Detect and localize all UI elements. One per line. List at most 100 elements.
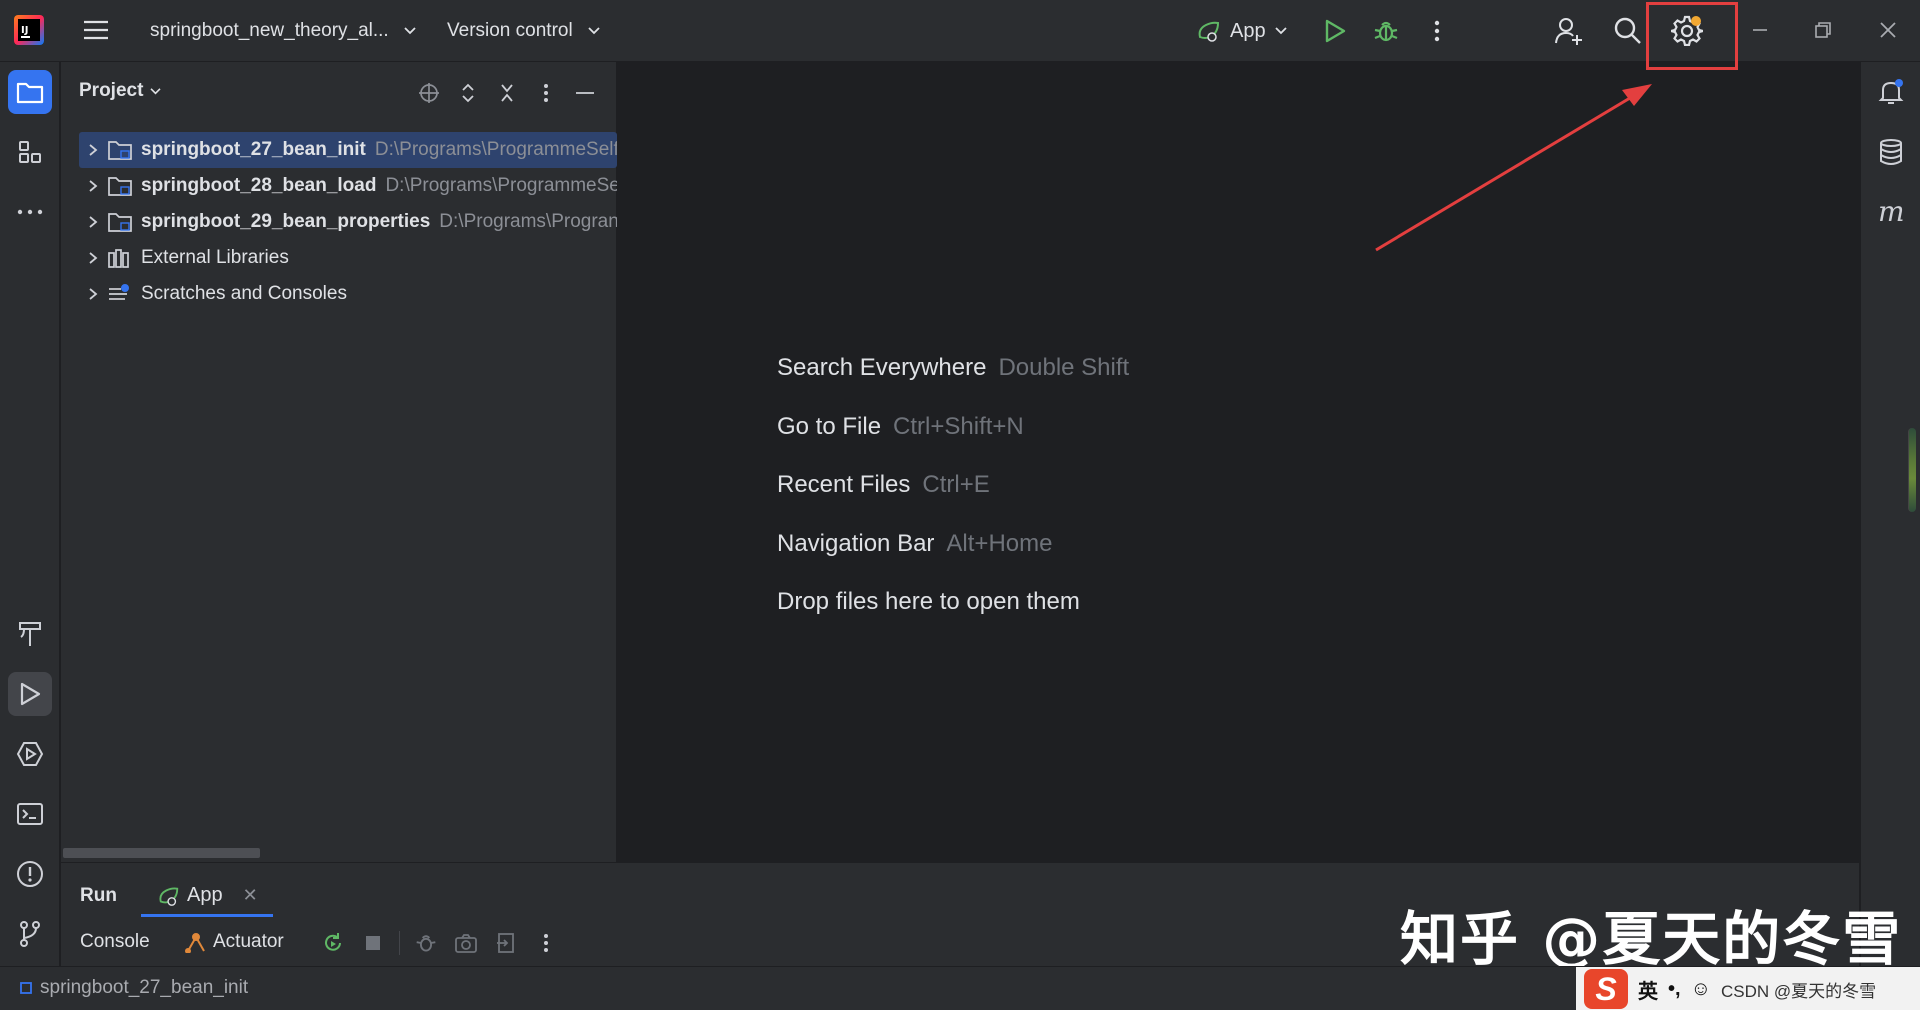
hamburger-icon[interactable] [80, 14, 112, 46]
search-icon [1614, 17, 1641, 44]
tree-item-external-libraries[interactable]: External Libraries [61, 240, 617, 276]
debug-icon [1374, 21, 1398, 42]
stop-button[interactable] [355, 927, 391, 959]
terminal-tool-button[interactable] [8, 792, 52, 836]
tree-item-name: springboot_28_bean_load [141, 175, 377, 196]
debug-button[interactable] [1369, 14, 1403, 48]
run-config-label: App [1230, 19, 1266, 42]
tree-item-scratches[interactable]: Scratches and Consoles [61, 276, 617, 312]
database-button[interactable] [1869, 130, 1913, 174]
horizontal-scrollbar[interactable] [63, 848, 260, 858]
chevron-right-icon[interactable] [79, 215, 107, 229]
run-icon [20, 682, 41, 706]
expand-icon [461, 83, 474, 103]
more-horizontal-icon [17, 209, 43, 215]
ime-punct[interactable]: •, [1668, 978, 1681, 1001]
intellij-logo-icon[interactable]: IJ [14, 15, 44, 45]
rerun-button[interactable] [315, 927, 351, 959]
module-folder-icon [107, 211, 133, 233]
hint-shortcut: Alt+Home [946, 530, 1053, 557]
sogou-logo-icon[interactable]: S [1584, 969, 1628, 1009]
run-toolbar [315, 927, 564, 959]
ime-lang[interactable]: 英 [1638, 975, 1658, 1004]
notifications-icon [1878, 79, 1904, 104]
actuator-tab[interactable]: Actuator [185, 931, 284, 953]
annotation-highlight-box [1646, 2, 1738, 70]
title-bar: IJ springboot_new_theory_al... Version c… [0, 0, 1920, 62]
notifications-button[interactable] [1869, 70, 1913, 114]
tree-item-springboot-29[interactable]: springboot_29_bean_properties D:\Program… [61, 204, 617, 240]
hint-shortcut: Double Shift [998, 354, 1130, 381]
git-tool-button[interactable] [8, 912, 52, 956]
toolbar-separator [399, 931, 400, 955]
chevron-right-icon[interactable] [79, 251, 107, 265]
minimize-button[interactable] [1740, 10, 1780, 50]
actuator-icon [185, 933, 205, 953]
svg-text:IJ: IJ [21, 25, 28, 36]
library-icon [107, 247, 133, 269]
run-tool-button[interactable] [8, 672, 52, 716]
panel-options-button[interactable] [526, 78, 565, 108]
debug-button[interactable] [408, 927, 444, 959]
scratches-icon [107, 283, 133, 305]
run-config-icon [159, 887, 179, 906]
project-view-selector[interactable]: Project [79, 80, 162, 102]
search-everywhere-button[interactable] [1609, 12, 1647, 50]
hint-action: Navigation Bar [777, 530, 935, 557]
tree-item-name: External Libraries [141, 247, 289, 268]
version-control-menu[interactable]: Version control [447, 14, 601, 48]
run-tab-app[interactable]: App ✕ [141, 877, 273, 917]
hint-action: Go to File [777, 413, 882, 440]
more-actions-button[interactable] [1420, 14, 1454, 48]
expand-all-button[interactable] [448, 78, 487, 108]
hint-action: Drop files here to open them [777, 588, 1080, 615]
screenshot-button[interactable] [448, 927, 484, 959]
module-icon [20, 982, 32, 994]
console-tab[interactable]: Console [80, 931, 150, 953]
close-button[interactable] [1868, 10, 1908, 50]
chevron-down-icon [150, 87, 161, 94]
hide-panel-button[interactable] [565, 78, 604, 108]
collapse-icon [500, 84, 513, 102]
module-folder-icon [107, 139, 133, 161]
problems-tool-button[interactable] [8, 852, 52, 896]
maven-icon: m [1878, 199, 1905, 225]
tree-item-springboot-27[interactable]: springboot_27_bean_init D:\Programs\Prog… [79, 132, 617, 168]
camera-icon [455, 934, 477, 953]
right-tool-strip: m [1860, 62, 1920, 966]
editor-scroll-markers[interactable] [1908, 428, 1916, 512]
structure-icon [19, 141, 41, 163]
rerun-icon [325, 933, 341, 951]
tree-item-name: Scratches and Consoles [141, 283, 347, 304]
services-tool-button[interactable] [8, 732, 52, 776]
tree-item-springboot-28[interactable]: springboot_28_bean_load D:\Programs\Prog… [61, 168, 617, 204]
status-breadcrumb[interactable]: springboot_27_bean_init [20, 977, 248, 999]
chevron-down-icon [588, 27, 600, 35]
editor-empty-area[interactable] [618, 62, 1859, 862]
structure-tool-button[interactable] [8, 130, 52, 174]
run-more-button[interactable] [528, 927, 564, 959]
chevron-right-icon[interactable] [79, 143, 107, 157]
run-config-selector[interactable]: App [1196, 14, 1288, 48]
run-tab-label: App [187, 884, 223, 906]
hint-action: Search Everywhere [777, 354, 987, 381]
hint-shortcut: Ctrl+Shift+N [893, 413, 1024, 440]
exit-button[interactable] [488, 927, 524, 959]
emoji-icon[interactable]: ☺ [1691, 978, 1711, 1001]
run-button[interactable] [1318, 14, 1352, 48]
project-panel-toolbar [409, 78, 604, 108]
status-bar: springboot_27_bean_init S 英 •, ☺ CSDN @夏… [0, 966, 1920, 1010]
restore-button[interactable] [1803, 10, 1843, 50]
maven-button[interactable]: m [1869, 190, 1913, 234]
close-tab-icon[interactable]: ✕ [243, 885, 258, 906]
chevron-right-icon[interactable] [79, 287, 107, 301]
more-tools-button[interactable] [8, 190, 52, 234]
chevron-down-icon [404, 27, 416, 35]
chevron-right-icon[interactable] [79, 179, 107, 193]
collapse-all-button[interactable] [487, 78, 526, 108]
select-opened-file-button[interactable] [409, 78, 448, 108]
project-selector[interactable]: springboot_new_theory_al... [150, 14, 417, 48]
project-tool-button[interactable] [8, 70, 52, 114]
build-tool-button[interactable] [8, 612, 52, 656]
code-with-me-button[interactable] [1550, 12, 1588, 50]
